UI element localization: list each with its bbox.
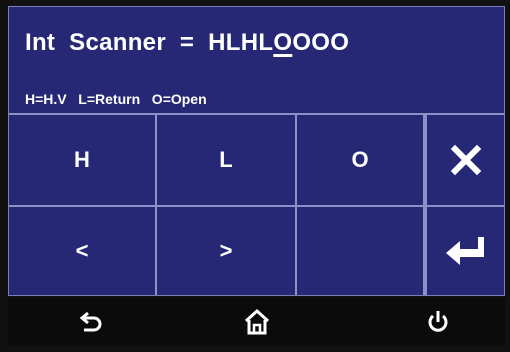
key-h-button[interactable]: H bbox=[9, 115, 157, 207]
scanner-value-after-cursor: OOO bbox=[292, 29, 350, 56]
cursor-left-button[interactable]: < bbox=[9, 207, 157, 295]
back-button[interactable] bbox=[71, 304, 111, 340]
blank-key bbox=[297, 207, 425, 295]
close-icon bbox=[450, 144, 481, 176]
back-icon bbox=[79, 311, 102, 332]
key-o-button[interactable]: O bbox=[297, 115, 425, 207]
cancel-button[interactable] bbox=[425, 115, 504, 207]
device-screen: Int Scanner = HLHLOOOO H=H.V L=Return O=… bbox=[0, 0, 510, 352]
cursor-right-button[interactable]: > bbox=[157, 207, 297, 295]
enter-button[interactable] bbox=[425, 207, 504, 295]
power-button[interactable] bbox=[418, 304, 458, 340]
key-legend: H=H.V L=Return O=Open bbox=[25, 91, 207, 107]
power-icon bbox=[428, 311, 448, 332]
scanner-label: Int Scanner = bbox=[25, 29, 209, 56]
home-icon bbox=[244, 308, 270, 335]
bottom-navigation-bar bbox=[8, 298, 505, 346]
scanner-setting-display: Int Scanner = HLHLOOOO bbox=[25, 29, 349, 57]
enter-icon bbox=[445, 237, 484, 265]
home-button[interactable] bbox=[237, 304, 277, 340]
scanner-value-before-cursor: HLHL bbox=[208, 29, 274, 56]
scanner-value-cursor-char: O bbox=[273, 29, 293, 56]
key-l-button[interactable]: L bbox=[157, 115, 297, 207]
scanner-entry-panel: Int Scanner = HLHLOOOO H=H.V L=Return O=… bbox=[8, 6, 505, 296]
